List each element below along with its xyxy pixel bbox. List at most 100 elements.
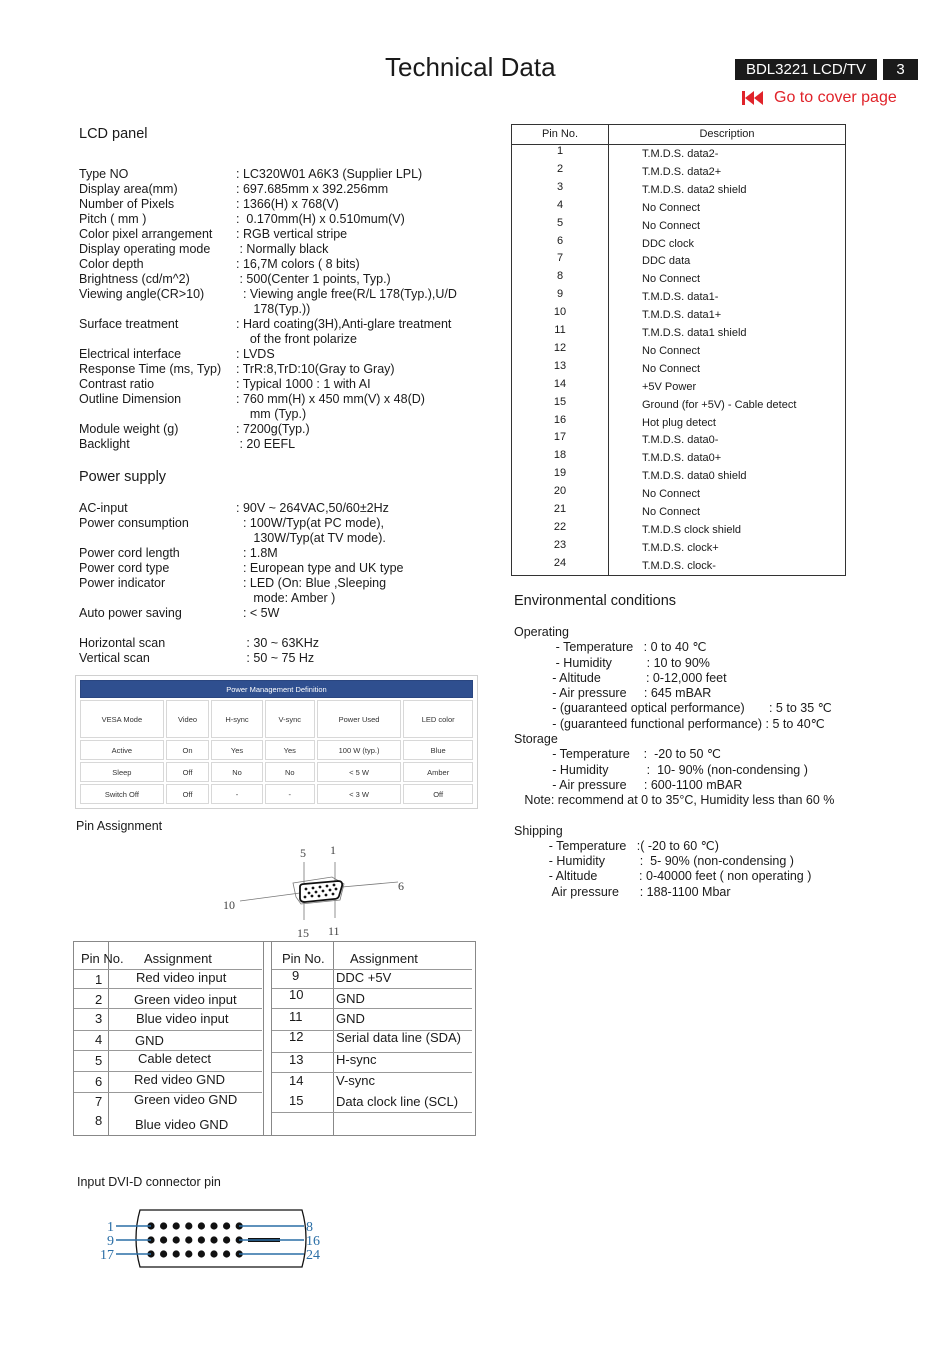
pm-cell: Active (80, 740, 164, 760)
dvi-pin-description: T.M.D.S clock shield (642, 523, 742, 536)
dvi-pin-description: T.M.D.S. data2- (642, 148, 719, 160)
vga-pin-assignment: GND (336, 1011, 365, 1026)
spec-row: Color depth: 16,7M colors ( 8 bits) (79, 257, 457, 272)
dvi-pin-number: 22 (553, 520, 567, 533)
dvi-table-row: 4 No Connect (512, 199, 845, 217)
spec-row: Power cord length : 1.8M (79, 546, 403, 561)
dvi-pin-description: T.M.D.S. clock- (642, 559, 716, 572)
spec-label: Brightness (cd/m^2) (79, 272, 190, 286)
dvi-pin-number: 23 (553, 538, 567, 551)
shipping-line: - Temperature :( -20 to 60 ℃) (514, 838, 719, 853)
vga-pin-assignment: V-sync (336, 1073, 376, 1088)
vga-pin-number: 2 (95, 992, 103, 1007)
dvi-table-row: 10 T.M.D.S. data1+ (512, 306, 845, 324)
spec-value: : 100W/Typ(at PC mode), 130W/Typ(at TV m… (242, 516, 386, 545)
spec-value: : LC320W01 A6K3 (Supplier LPL) (236, 167, 423, 181)
spec-label: Auto power saving (79, 606, 182, 620)
dvi-pin-dot (172, 1222, 180, 1230)
operating-line: - Humidity : 10 to 90% (514, 655, 710, 670)
spec-label: AC-input (79, 501, 128, 515)
dvi-pin-description: No Connect (642, 506, 701, 518)
vga-pin-number: 13 (289, 1052, 304, 1067)
dvi-pin-dot (185, 1236, 193, 1244)
spec-value: : European type and UK type (236, 561, 404, 575)
spec-label: Electrical interface (79, 347, 182, 361)
spec-value: : 90V ~ 264VAC,50/60±2Hz (236, 501, 389, 515)
vga-pin-assignment: Red video input (136, 970, 227, 985)
spec-row: Surface treatment: Hard coating(3H),Anti… (79, 317, 457, 347)
dvi-table-row: 12 No Connect (512, 342, 845, 360)
spec-label: Module weight (g) (79, 422, 179, 436)
power-management-table: Power Management Definition VESA Mode Vid… (75, 675, 478, 809)
dvi-pin-dot (223, 1236, 231, 1244)
dvi-table-row: 14 +5V Power (512, 378, 845, 396)
vga-pin-number: 9 (292, 968, 300, 983)
spec-label: Number of Pixels (79, 197, 175, 211)
dvi-pin-number: 24 (553, 556, 567, 569)
vga-pin-number: 10 (289, 987, 304, 1002)
vga-col-assignment-left: Assignment (144, 951, 212, 966)
pm-cell: Yes (211, 740, 263, 760)
row-divider (74, 969, 262, 970)
pm-cell: 100 W (typ.) (316, 740, 402, 760)
dvi-pin-number: 2 (556, 162, 564, 175)
vga-connector-icon (239, 862, 399, 920)
pm-cell: - (264, 784, 315, 804)
row-divider (272, 1072, 472, 1073)
vga-pin-assignment: Green video input (134, 992, 237, 1007)
dvi-heading: Input DVI-D connector pin (77, 1175, 221, 1189)
spec-value: : 20 EEFL (236, 437, 296, 451)
vga-pin-assignment: Blue video input (136, 1011, 229, 1026)
pin-assignment-heading: Pin Assignment (76, 819, 163, 833)
vga-pin-assignment: Cable detect (138, 1051, 211, 1066)
vga-pin-assignment: Red video GND (134, 1072, 226, 1087)
row-divider (74, 1071, 262, 1072)
shipping-line: - Humidity : 5- 90% (non-condensing ) (514, 854, 794, 869)
spec-row: Contrast ratio: Typical 1000 : 1 with AI (79, 377, 457, 392)
dvi-pin-dot (197, 1250, 205, 1258)
spec-label: Type NO (79, 167, 129, 181)
operating-line: - Temperature : 0 to 40 ℃ (514, 640, 707, 655)
spec-row: Number of Pixels: 1366(H) x 768(V) (79, 197, 457, 212)
pm-cell: Off (165, 784, 210, 804)
operating-label: Operating (514, 625, 569, 639)
spec-label: Viewing angle(CR>10) (79, 287, 205, 301)
pm-column-header: Power Used (316, 700, 402, 738)
dvi-pin-dot (210, 1236, 218, 1244)
spec-label: Horizontal scan (79, 636, 166, 650)
vga-pin-number: 11 (289, 1009, 303, 1024)
spec-row: Type NO : LC320W01 A6K3 (Supplier LPL) (79, 167, 457, 182)
pm-cell: Switch Off (80, 784, 164, 804)
vga-label-right: 6 (398, 879, 404, 893)
dvi-label-left: 17 (100, 1248, 114, 1263)
row-divider (74, 1050, 262, 1051)
dvi-pin-number: 6 (556, 234, 564, 247)
row-divider (272, 1112, 472, 1113)
pm-cell: < 5 W (316, 762, 402, 782)
pm-table-row: Switch Off Off - - < 3 W Off (80, 784, 473, 804)
rewind-icon (742, 90, 764, 106)
dvi-table-row: 20 No Connect (512, 485, 845, 503)
dvi-pin-description: T.M.D.S. data0+ (642, 452, 722, 465)
power-management-title: Power Management Definition (80, 680, 473, 698)
dvi-pin-number: 1 (556, 145, 564, 157)
vga-pin-assignment: DDC +5V (336, 970, 392, 985)
dvi-table-row: 3 T.M.D.S. data2 shield (512, 181, 845, 199)
vga-pin-number: 12 (289, 1029, 304, 1044)
vga-pin-number: 4 (95, 1032, 103, 1047)
dvi-pin-number: 21 (553, 503, 567, 515)
shipping-line: Air pressure : 188-1100 Mbar (514, 884, 731, 899)
spec-label: Response Time (ms, Typ) (79, 362, 222, 376)
dvi-pin-dot (223, 1222, 231, 1230)
dvi-pin-number: 8 (556, 270, 564, 283)
spec-value: : LVDS (236, 347, 275, 361)
spec-row: Backlight : 20 EEFL (79, 437, 457, 452)
vga-pin-number: 1 (95, 972, 103, 987)
vga-pin-number: 15 (289, 1093, 304, 1108)
vga-label-top-left: 5 (300, 846, 306, 860)
dvi-label-left: 9 (107, 1234, 114, 1249)
dvi-pin-dot (210, 1222, 218, 1230)
spec-row: Viewing angle(CR>10) : Viewing angle fre… (79, 287, 457, 317)
vga-pin-number: 14 (289, 1073, 304, 1088)
go-to-cover-link[interactable]: Go to cover page (742, 89, 897, 107)
